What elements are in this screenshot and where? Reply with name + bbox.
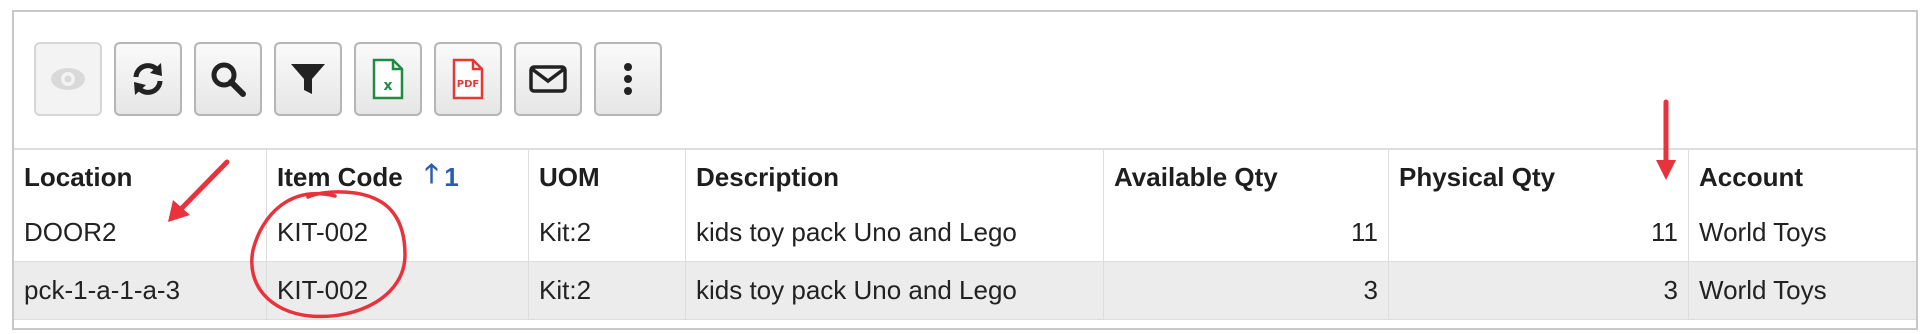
column-header-label: Available Qty <box>1114 161 1278 192</box>
cell-item-code: KIT-002 <box>267 262 529 319</box>
column-header-location[interactable]: Location <box>14 150 267 204</box>
cell-account: World Toys <box>1699 275 1827 305</box>
column-header-item-code[interactable]: Item Code 🡑 1 <box>267 150 529 204</box>
filter-button[interactable] <box>274 42 342 116</box>
column-header-available-qty[interactable]: Available Qty <box>1104 150 1389 204</box>
column-header-physical-qty[interactable]: Physical Qty <box>1389 150 1689 204</box>
pdf-export-icon: PDF <box>451 58 485 100</box>
sort-ascending-icon: 🡑 <box>424 158 439 188</box>
column-header-label: UOM <box>539 161 600 192</box>
more-options-button[interactable] <box>594 42 662 116</box>
cell-available-qty: 3 <box>1104 262 1389 319</box>
cell-description: kids toy pack Uno and Lego <box>686 204 1104 261</box>
sort-order-number: 1 <box>444 161 459 192</box>
excel-export-icon: x <box>371 58 405 100</box>
more-options-icon <box>618 59 638 99</box>
cell-description: kids toy pack Uno and Lego <box>686 262 1104 319</box>
refresh-button[interactable] <box>114 42 182 116</box>
cell-physical-qty: 3 <box>1389 262 1689 319</box>
export-pdf-button[interactable]: PDF <box>434 42 502 116</box>
grid-header-row: Location Item Code 🡑 1 UOM Description A… <box>14 148 1916 205</box>
eye-icon <box>48 59 88 99</box>
refresh-icon <box>128 59 168 99</box>
cell-uom: Kit:2 <box>529 262 686 319</box>
view-button[interactable] <box>34 42 102 116</box>
column-header-label: Item Code <box>277 161 403 192</box>
column-header-account[interactable]: Account <box>1689 150 1916 204</box>
export-excel-button[interactable]: x <box>354 42 422 116</box>
email-button[interactable] <box>514 42 582 116</box>
cell-available-qty: 11 <box>1104 204 1389 261</box>
svg-text:x: x <box>383 78 392 94</box>
cell-location: pck-1-a-1-a-3 <box>14 262 267 319</box>
filter-icon <box>288 59 328 99</box>
column-header-uom[interactable]: UOM <box>529 150 686 204</box>
inventory-panel: x PDF Location Item Code 🡑 1 UOM Descrip… <box>12 10 1918 330</box>
cell-location: DOOR2 <box>14 204 267 261</box>
search-button[interactable] <box>194 42 262 116</box>
cell-uom: Kit:2 <box>529 204 686 261</box>
table-row[interactable]: DOOR2 KIT-002 Kit:2 kids toy pack Uno an… <box>14 204 1916 262</box>
column-header-label: Account <box>1699 161 1803 192</box>
column-header-label: Location <box>24 161 133 192</box>
search-icon <box>208 59 248 99</box>
sort-indicator: 🡑 1 <box>425 155 459 199</box>
cell-item-code: KIT-002 <box>267 204 529 261</box>
cell-account: World Toys <box>1699 217 1827 247</box>
column-header-label: Description <box>696 161 840 192</box>
svg-text:PDF: PDF <box>457 79 479 90</box>
cell-physical-qty: 11 <box>1389 204 1689 261</box>
email-icon <box>528 59 568 99</box>
column-header-description[interactable]: Description <box>686 150 1104 204</box>
column-header-label: Physical Qty <box>1399 161 1556 192</box>
table-row[interactable]: pck-1-a-1-a-3 KIT-002 Kit:2 kids toy pac… <box>14 262 1916 320</box>
